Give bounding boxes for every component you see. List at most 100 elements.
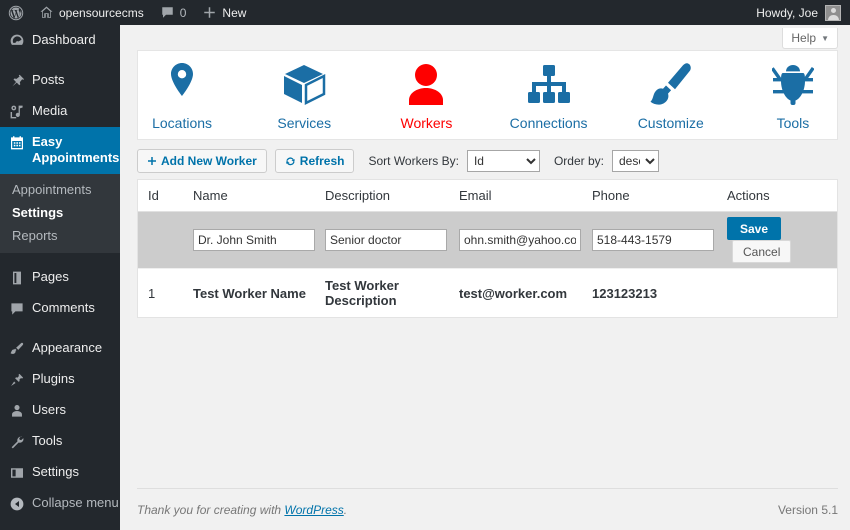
collapse-menu-button[interactable]: Collapse menu: [0, 488, 120, 519]
nav-item-services[interactable]: Services: [260, 61, 348, 131]
new-content-label: New: [222, 5, 247, 20]
sidebar-item-tools[interactable]: Tools: [0, 426, 120, 457]
admin-sidebar: Dashboard Posts Media Easy Appointments …: [0, 25, 128, 530]
worker-name-input[interactable]: [193, 229, 315, 251]
add-new-worker-button[interactable]: Add New Worker: [137, 149, 267, 173]
cell-email: test@worker.com: [459, 268, 592, 317]
wordpress-link[interactable]: WordPress: [284, 503, 343, 517]
sidebar-item-settings[interactable]: Settings: [0, 457, 120, 488]
save-button[interactable]: Save: [727, 217, 782, 240]
sidebar-item-plugins[interactable]: Plugins: [0, 364, 120, 395]
sidebar-item-appearance[interactable]: Appearance: [0, 333, 120, 364]
order-by-select[interactable]: desc: [611, 150, 659, 172]
sidebar-item-comments[interactable]: Comments: [0, 293, 120, 324]
sidebar-item-media[interactable]: Media: [0, 96, 120, 127]
refresh-label: Refresh: [299, 154, 345, 168]
comments-button[interactable]: 0: [152, 0, 195, 25]
nav-item-customize[interactable]: Customize: [627, 61, 715, 131]
map-pin-icon: [162, 61, 202, 109]
sidebar-separator: [0, 56, 120, 65]
column-header-phone: Phone: [592, 180, 727, 212]
workers-table: Id Name Description Email Phone Actions: [138, 180, 837, 317]
edit-row-name-cell: [193, 212, 325, 269]
sidebar-item-label: Easy Appointments: [32, 134, 120, 166]
users-icon: [12, 404, 22, 417]
sort-workers-select[interactable]: Id: [466, 150, 540, 172]
module-icon-nav: Locations Services Workers Connections C…: [137, 50, 838, 140]
submenu-item-label: Appointments: [12, 181, 92, 197]
sidebar-item-label: Media: [32, 103, 68, 118]
edit-row-id-cell: [138, 212, 193, 269]
help-tab-wrap: Help ▼: [120, 25, 850, 49]
table-header-row: Id Name Description Email Phone Actions: [138, 180, 837, 212]
plus-icon: [204, 7, 216, 18]
sidebar-item-label: Comments: [32, 299, 95, 315]
worker-phone-input[interactable]: [592, 229, 714, 251]
comment-icon: [161, 7, 173, 18]
nav-item-connections[interactable]: Connections: [505, 61, 593, 131]
cancel-button[interactable]: Cancel: [732, 240, 792, 263]
submenu-item-label: Reports: [12, 227, 58, 243]
admin-bar: opensourcecms 0 New Howdy, Joe: [0, 0, 850, 25]
collapse-arrow-icon: [10, 497, 24, 510]
cell-name: Test Worker Name: [193, 268, 325, 317]
nav-item-label: Locations: [152, 115, 213, 131]
sidebar-item-label: Appearance: [32, 339, 103, 355]
sidebar-item-posts[interactable]: Posts: [0, 65, 120, 96]
sidebar-item-easy-appointments[interactable]: Easy Appointments: [0, 127, 128, 174]
cell-phone: 123123213: [592, 268, 727, 317]
dashboard-icon: [10, 34, 24, 45]
sidebar-item-label: Plugins: [32, 370, 75, 386]
sidebar-item-appointments[interactable]: Appointments: [0, 178, 120, 201]
refresh-icon: [285, 156, 295, 165]
sidebar-item-reports[interactable]: Reports: [0, 224, 120, 247]
sidebar-item-label: Posts: [32, 72, 65, 87]
nav-item-workers[interactable]: Workers: [382, 61, 470, 131]
nav-item-locations[interactable]: Locations: [138, 61, 226, 131]
chevron-down-icon: ▼: [821, 33, 829, 43]
edit-row-email-cell: [459, 212, 592, 269]
new-content-button[interactable]: New: [194, 0, 254, 25]
nav-item-label: Workers: [400, 115, 453, 131]
help-tab-button[interactable]: Help ▼: [782, 28, 838, 49]
nav-item-label: Customize: [637, 115, 704, 131]
settings-icon: [11, 467, 23, 478]
wp-admin-screen: opensourcecms 0 New Howdy, Joe Dashboard: [0, 0, 850, 530]
avatar: [825, 4, 841, 21]
site-name-button[interactable]: opensourcecms: [31, 0, 152, 25]
column-header-name: Name: [193, 180, 325, 212]
site-name-label: opensourcecms: [59, 5, 144, 20]
workers-table-body: Save Cancel 1 Test Worker Name Test Work…: [138, 211, 837, 317]
paintbrush-icon: [649, 61, 693, 109]
sidebar-item-label: Users: [32, 401, 66, 417]
refresh-button[interactable]: Refresh: [274, 149, 355, 173]
box-icon: [281, 61, 327, 109]
nav-item-tools[interactable]: Tools: [749, 61, 837, 131]
footer-thanks: Thank you for creating with WordPress.: [137, 503, 347, 517]
main-content: Help ▼ Locations Services Workers Connec…: [120, 25, 850, 530]
cell-actions: [727, 268, 837, 317]
home-icon: [40, 6, 53, 18]
pin-icon: [12, 74, 24, 87]
admin-footer: Thank you for creating with WordPress. V…: [137, 488, 838, 530]
sidebar-item-settings-ea[interactable]: Settings: [0, 201, 120, 224]
sidebar-separator: [0, 253, 120, 262]
nav-item-label: Services: [277, 115, 332, 131]
table-row[interactable]: 1 Test Worker Name Test Worker Descripti…: [138, 268, 837, 317]
account-menu[interactable]: Howdy, Joe: [756, 4, 850, 21]
footer-version: Version 5.1: [777, 502, 838, 517]
sidebar-item-users[interactable]: Users: [0, 395, 120, 426]
column-header-id: Id: [138, 180, 193, 212]
column-header-description: Description: [325, 180, 459, 212]
sidebar-item-pages[interactable]: Pages: [0, 262, 120, 293]
footer-thanks-prefix: Thank you for creating with: [137, 502, 285, 517]
paintbrush-icon: [10, 342, 24, 354]
worker-description-input[interactable]: [325, 229, 447, 251]
edit-row-description-cell: [325, 212, 459, 269]
sidebar-item-label: Settings: [32, 463, 79, 479]
sidebar-item-dashboard[interactable]: Dashboard: [0, 25, 120, 56]
wordpress-logo-button[interactable]: [0, 0, 31, 25]
workers-table-head: Id Name Description Email Phone Actions: [138, 180, 837, 212]
sidebar-item-label: Pages: [32, 268, 69, 284]
worker-email-input[interactable]: [459, 229, 581, 251]
